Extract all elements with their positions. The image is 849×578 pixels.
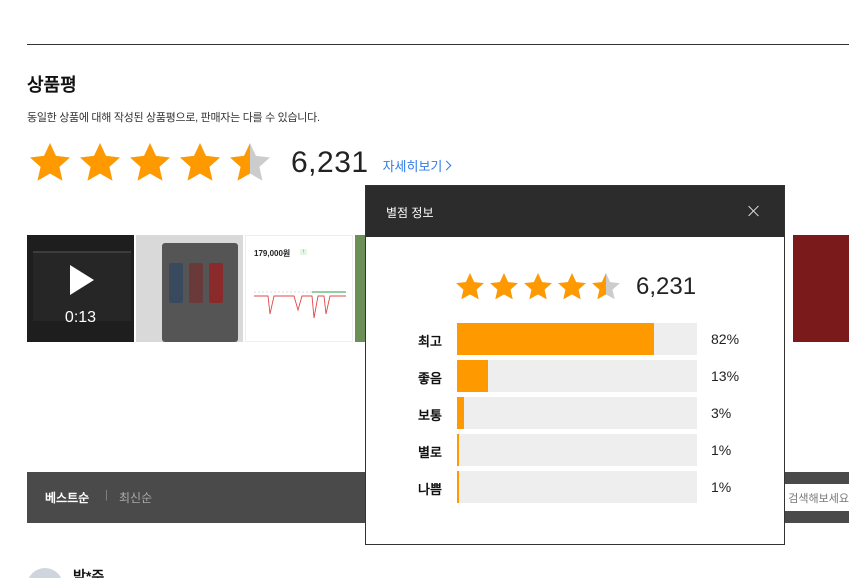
distribution-row: 보통 3% xyxy=(418,397,758,434)
play-icon xyxy=(70,265,94,295)
rating-info-popup: 별점 정보 6,231 최고 82% 좋음 13% 보통 3% 별로 1% 나쁨 1% xyxy=(365,185,785,545)
screenshot-price: 179,000원 xyxy=(254,249,291,258)
distribution-bar-track xyxy=(457,323,697,355)
distribution-percent: 1% xyxy=(711,479,732,495)
distribution-bar-track xyxy=(457,360,697,392)
star-icon xyxy=(177,140,223,186)
distribution-percent: 1% xyxy=(711,442,732,458)
popup-rating-summary: 6,231 xyxy=(454,270,696,304)
distribution-label: 나쁨 xyxy=(418,482,442,497)
photo-thumbnail[interactable] xyxy=(793,235,849,342)
sort-recent-button[interactable]: 최신순 xyxy=(119,489,152,506)
distribution-bar-fill xyxy=(457,323,654,355)
distribution-row: 별로 1% xyxy=(418,434,758,471)
section-description: 동일한 상품에 대해 작성된 상품평으로, 판매자는 다를 수 있습니다. xyxy=(27,112,320,124)
distribution-label: 좋음 xyxy=(418,371,442,386)
screenshot-tag: ↑ xyxy=(300,249,307,255)
distribution-bar-fill xyxy=(457,360,489,392)
ink-tank xyxy=(189,263,203,303)
search-placeholder: 검색해보세요 xyxy=(788,493,849,505)
star-icon xyxy=(590,271,622,303)
star-icon xyxy=(27,140,73,186)
star-icon xyxy=(488,271,520,303)
top-divider xyxy=(27,44,849,45)
distribution-bar-track xyxy=(457,397,697,429)
distribution-percent: 13% xyxy=(711,368,740,384)
distribution-bar-track xyxy=(457,434,697,466)
distribution-row: 최고 82% xyxy=(418,323,758,360)
distribution-bar-track xyxy=(457,471,697,503)
photo-thumbnail[interactable] xyxy=(136,235,243,342)
video-duration: 0:13 xyxy=(64,309,97,326)
rating-count: 6,231 xyxy=(291,146,369,179)
price-chart-image xyxy=(254,291,346,319)
distribution-row: 나쁨 1% xyxy=(418,471,758,508)
detail-link-label: 자세히보기 xyxy=(382,158,443,174)
star-icon xyxy=(77,140,123,186)
star-icon xyxy=(556,271,588,303)
rating-stars xyxy=(27,140,277,186)
reviewer-name: 박*주 xyxy=(73,568,105,578)
distribution-bar-fill xyxy=(457,471,459,503)
popup-rating-count: 6,231 xyxy=(636,273,697,300)
rating-distribution: 최고 82% 좋음 13% 보통 3% 별로 1% 나쁨 1% xyxy=(418,323,758,508)
close-icon[interactable] xyxy=(746,203,762,219)
photo-thumbnail[interactable]: 179,000원 ↑ xyxy=(245,235,353,342)
star-icon xyxy=(454,271,486,303)
distribution-percent: 82% xyxy=(711,331,740,347)
section-title: 상품평 xyxy=(27,75,77,95)
popup-title: 별점 정보 xyxy=(386,206,434,220)
star-icon xyxy=(227,140,273,186)
detail-link[interactable]: 자세히보기 xyxy=(382,156,452,175)
sort-best-button[interactable]: 베스트순 xyxy=(45,489,89,506)
distribution-row: 좋음 13% xyxy=(418,360,758,397)
sort-separator: | xyxy=(105,489,108,501)
popup-rating-stars xyxy=(454,271,624,303)
chevron-right-icon xyxy=(441,160,452,170)
distribution-bar-fill xyxy=(457,434,459,466)
star-icon xyxy=(127,140,173,186)
distribution-label: 최고 xyxy=(418,334,442,349)
rating-summary: 6,231 자세히보기 xyxy=(27,140,452,186)
review-search-input[interactable]: 검색해보세요 xyxy=(775,484,849,511)
ink-tank xyxy=(169,263,183,303)
ink-tank xyxy=(209,263,223,303)
distribution-label: 보통 xyxy=(418,408,442,423)
distribution-bar-fill xyxy=(457,397,465,429)
star-icon xyxy=(522,271,554,303)
distribution-percent: 3% xyxy=(711,405,732,421)
avatar xyxy=(27,568,63,578)
distribution-label: 별로 xyxy=(418,445,442,460)
popup-header: 별점 정보 xyxy=(366,186,784,237)
video-thumbnail[interactable]: 0:13 xyxy=(27,235,134,342)
